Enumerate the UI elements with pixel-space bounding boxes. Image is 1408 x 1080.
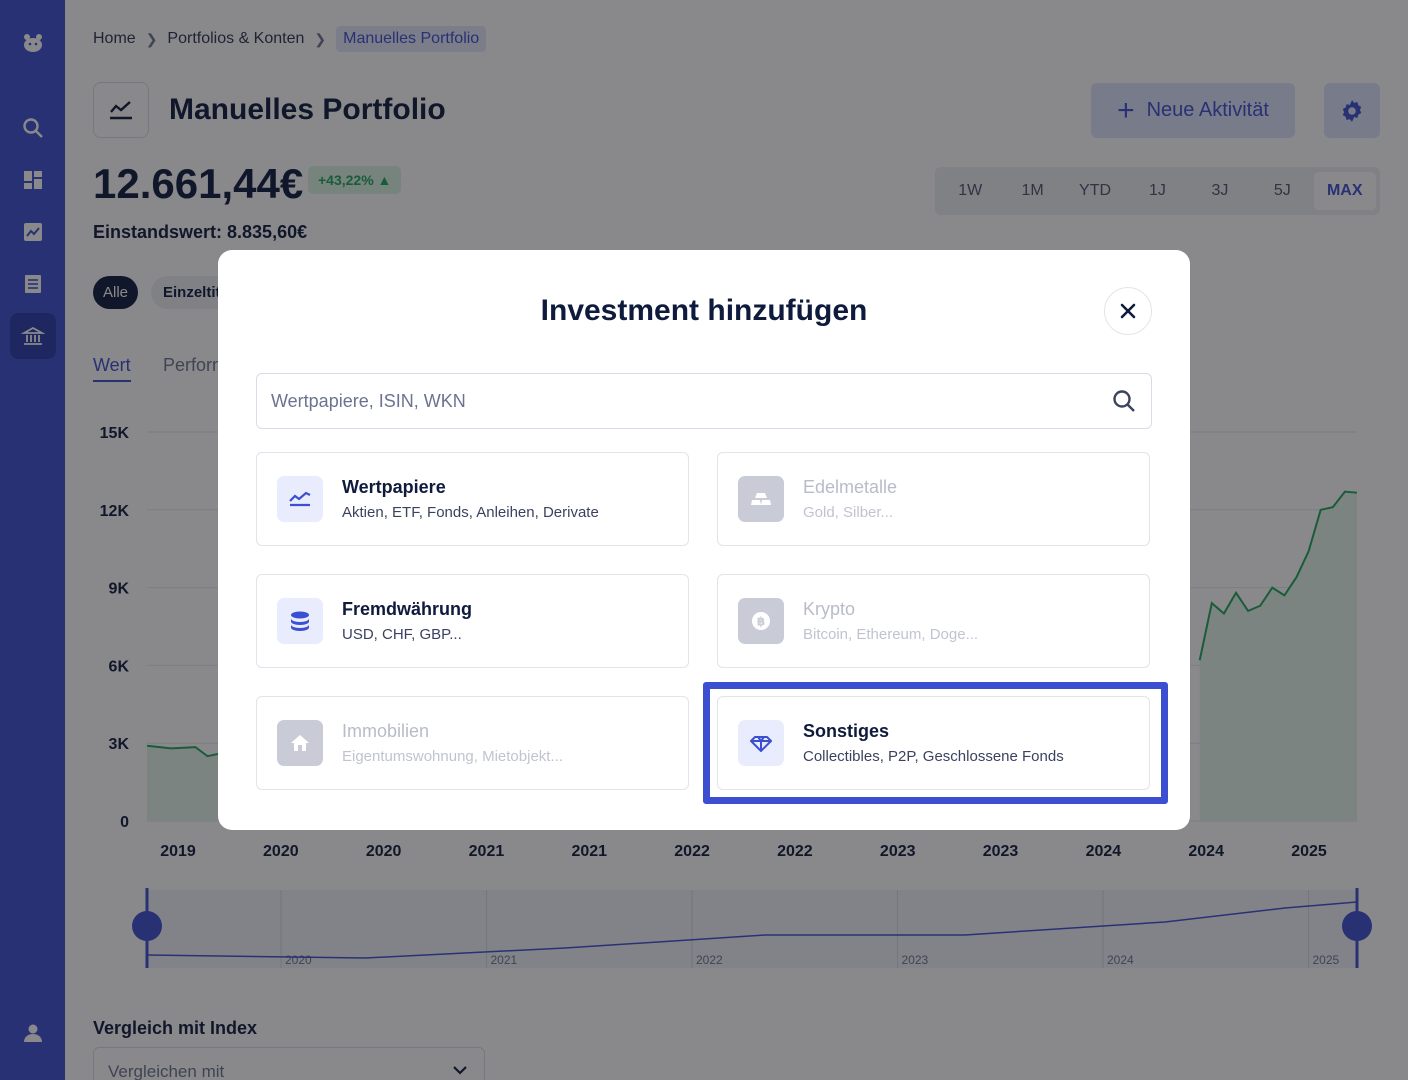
card-subtitle: Aktien, ETF, Fonds, Anleihen, Derivate bbox=[342, 504, 599, 521]
svg-text:฿: ฿ bbox=[757, 615, 765, 629]
house-icon bbox=[277, 720, 323, 766]
card-title: Immobilien bbox=[342, 721, 430, 741]
search-icon[interactable] bbox=[1111, 388, 1137, 414]
diamond-icon bbox=[738, 720, 784, 766]
card-subtitle: Bitcoin, Ethereum, Doge... bbox=[803, 626, 979, 643]
add-investment-modal: Investment hinzufügen Wertpapiere Aktien… bbox=[218, 250, 1190, 830]
coins-stack-icon bbox=[277, 598, 323, 644]
card-subtitle: USD, CHF, GBP... bbox=[342, 626, 462, 643]
card-crypto: ฿ Krypto Bitcoin, Ethereum, Doge... bbox=[717, 574, 1150, 668]
card-title: Edelmetalle bbox=[803, 477, 898, 497]
card-other[interactable]: Sonstiges Collectibles, P2P, Geschlossen… bbox=[717, 696, 1150, 790]
card-foreign-currency[interactable]: Fremdwährung USD, CHF, GBP... bbox=[256, 574, 689, 668]
bitcoin-icon: ฿ bbox=[738, 598, 784, 644]
card-title: Fremdwährung bbox=[342, 599, 473, 619]
card-title: Wertpapiere bbox=[342, 477, 446, 497]
search-box bbox=[256, 373, 1152, 429]
card-title: Krypto bbox=[803, 599, 856, 619]
card-real-estate: Immobilien Eigentumswohnung, Mietobjekt.… bbox=[256, 696, 689, 790]
chart-line-icon bbox=[277, 476, 323, 522]
close-icon bbox=[1120, 303, 1136, 319]
close-button[interactable] bbox=[1104, 287, 1152, 335]
card-securities[interactable]: Wertpapiere Aktien, ETF, Fonds, Anleihen… bbox=[256, 452, 689, 546]
card-subtitle: Collectibles, P2P, Geschlossene Fonds bbox=[803, 748, 1064, 765]
gold-bars-icon bbox=[738, 476, 784, 522]
card-precious-metals: Edelmetalle Gold, Silber... bbox=[717, 452, 1150, 546]
card-subtitle: Gold, Silber... bbox=[803, 504, 894, 521]
card-title: Sonstiges bbox=[803, 721, 890, 741]
card-subtitle: Eigentumswohnung, Mietobjekt... bbox=[342, 748, 563, 765]
search-input[interactable] bbox=[271, 390, 1111, 412]
modal-title: Investment hinzufügen bbox=[540, 294, 868, 327]
